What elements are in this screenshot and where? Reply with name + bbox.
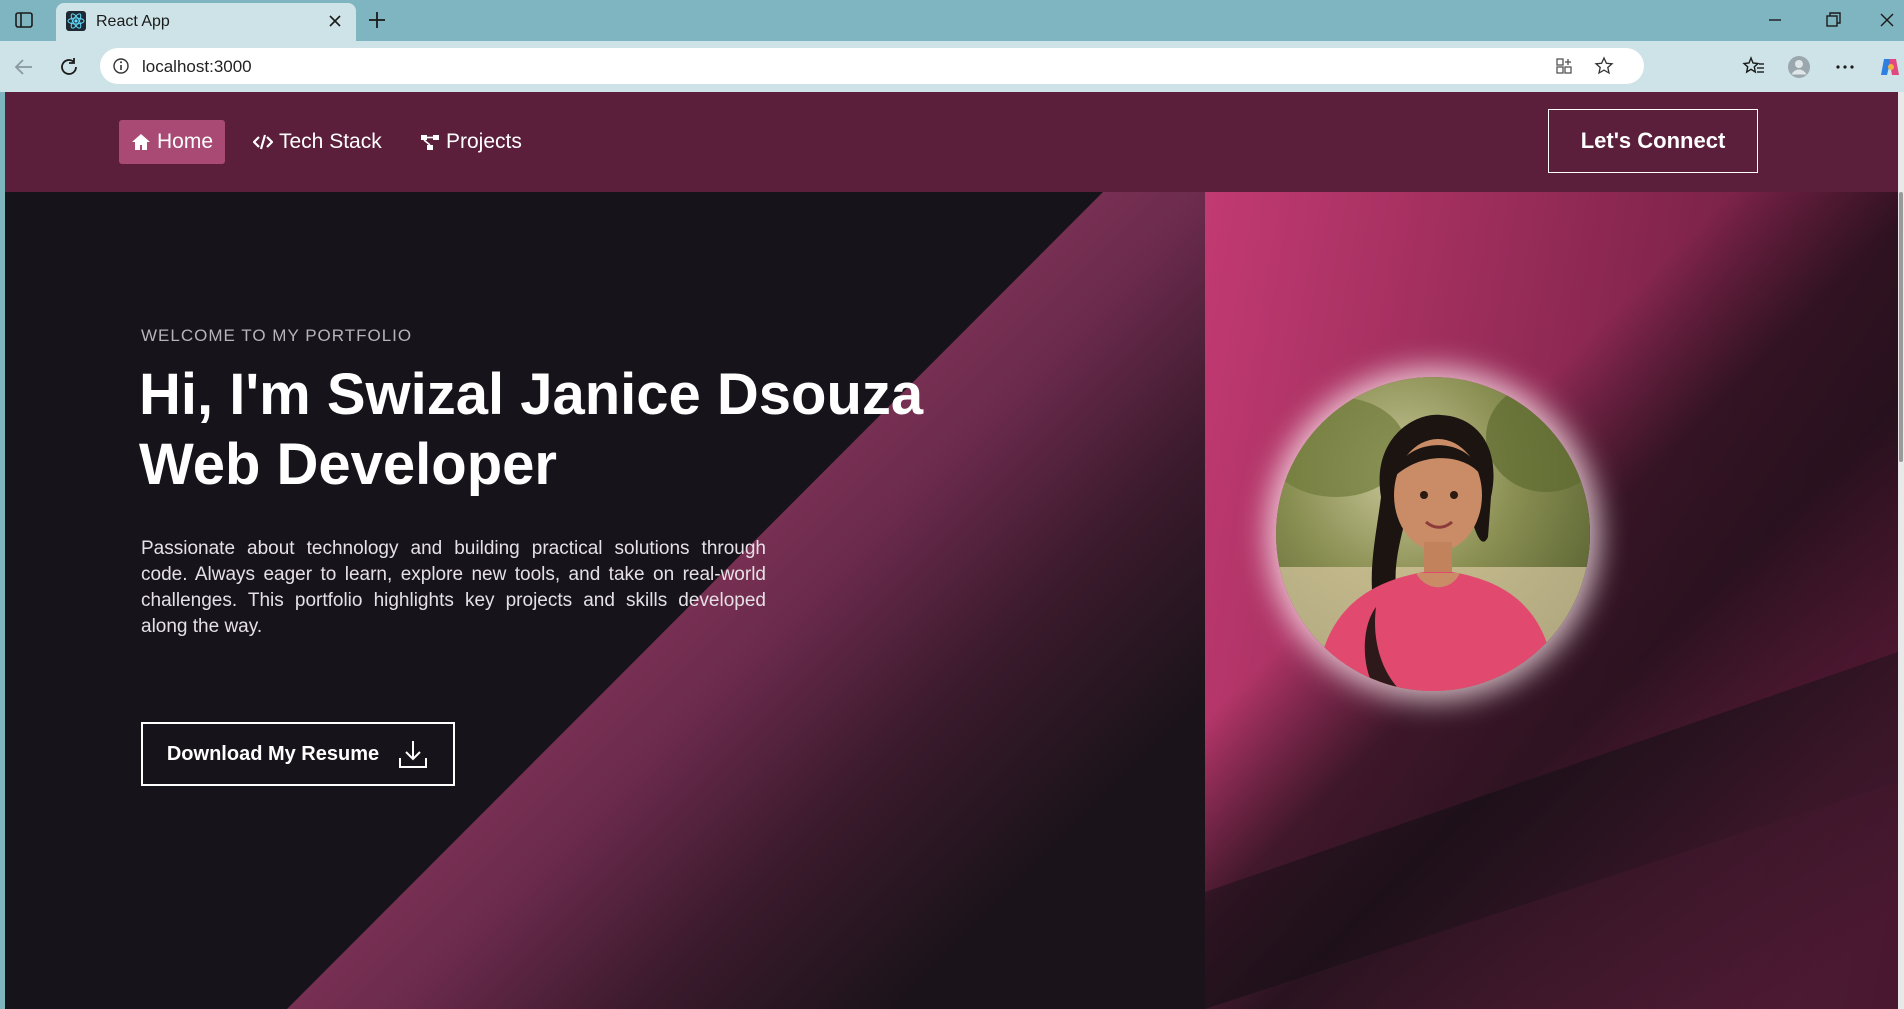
code-icon — [253, 134, 273, 150]
profile-avatar-icon[interactable] — [1787, 55, 1811, 79]
download-resume-label: Download My Resume — [166, 742, 380, 765]
hero-headline: Hi, I'm Swizal Janice Dsouza Web Develop… — [139, 360, 1039, 500]
more-options-icon[interactable] — [1833, 55, 1857, 79]
download-icon — [399, 741, 428, 768]
favorite-star-icon[interactable] — [1594, 56, 1614, 76]
browser-toolbar: localhost:3000 — [0, 41, 1904, 92]
profile-photo — [1276, 377, 1590, 691]
scrollbar-thumb[interactable] — [1899, 192, 1903, 462]
copilot-icon[interactable] — [1878, 55, 1902, 79]
close-window-icon[interactable] — [1877, 10, 1897, 30]
download-resume-button[interactable]: Download My Resume — [141, 722, 455, 786]
lets-connect-button[interactable]: Let's Connect — [1548, 109, 1758, 173]
new-tab-icon[interactable] — [366, 9, 388, 31]
close-tab-icon[interactable] — [326, 12, 344, 30]
react-favicon-icon — [66, 11, 86, 31]
nav-home[interactable]: Home — [119, 120, 226, 164]
home-icon — [132, 134, 150, 150]
headline-role: Web Developer — [139, 432, 557, 497]
hero-intro-text: Passionate about technology and building… — [141, 538, 766, 637]
browser-tab[interactable]: React App — [56, 3, 356, 41]
minimize-icon[interactable] — [1765, 10, 1785, 30]
address-bar[interactable]: localhost:3000 — [100, 48, 1644, 84]
nav-home-label: Home — [157, 130, 214, 153]
favorites-icon[interactable] — [1742, 55, 1766, 79]
hero-section: WELCOME TO MY PORTFOLIO Hi, I'm Swizal J… — [5, 192, 1898, 1009]
nav-tech-stack[interactable]: Tech Stack — [241, 120, 394, 164]
page-scrollbar[interactable] — [1898, 92, 1904, 1009]
headline-name: Hi, I'm Swizal Janice Dsouza — [139, 362, 924, 427]
welcome-eyebrow: WELCOME TO MY PORTFOLIO — [141, 326, 413, 345]
back-icon[interactable] — [12, 55, 36, 79]
site-info-icon[interactable] — [112, 57, 130, 75]
reload-icon[interactable] — [57, 55, 81, 79]
nav-projects-label: Projects — [446, 130, 522, 153]
site-navbar: Home Tech Stack Projects Let's Connect — [5, 92, 1898, 192]
url-text: localhost:3000 — [142, 57, 252, 76]
tab-title: React App — [96, 13, 170, 30]
app-available-icon[interactable] — [1554, 56, 1574, 76]
webpage: Home Tech Stack Projects Let's Connect W… — [5, 92, 1898, 1009]
sidebar-toggle-icon[interactable] — [14, 10, 34, 30]
project-diagram-icon — [421, 135, 439, 150]
browser-tabbar: React App — [0, 0, 1904, 41]
restore-icon[interactable] — [1823, 10, 1843, 30]
nav-tech-stack-label: Tech Stack — [279, 130, 382, 153]
nav-projects[interactable]: Projects — [408, 120, 534, 164]
